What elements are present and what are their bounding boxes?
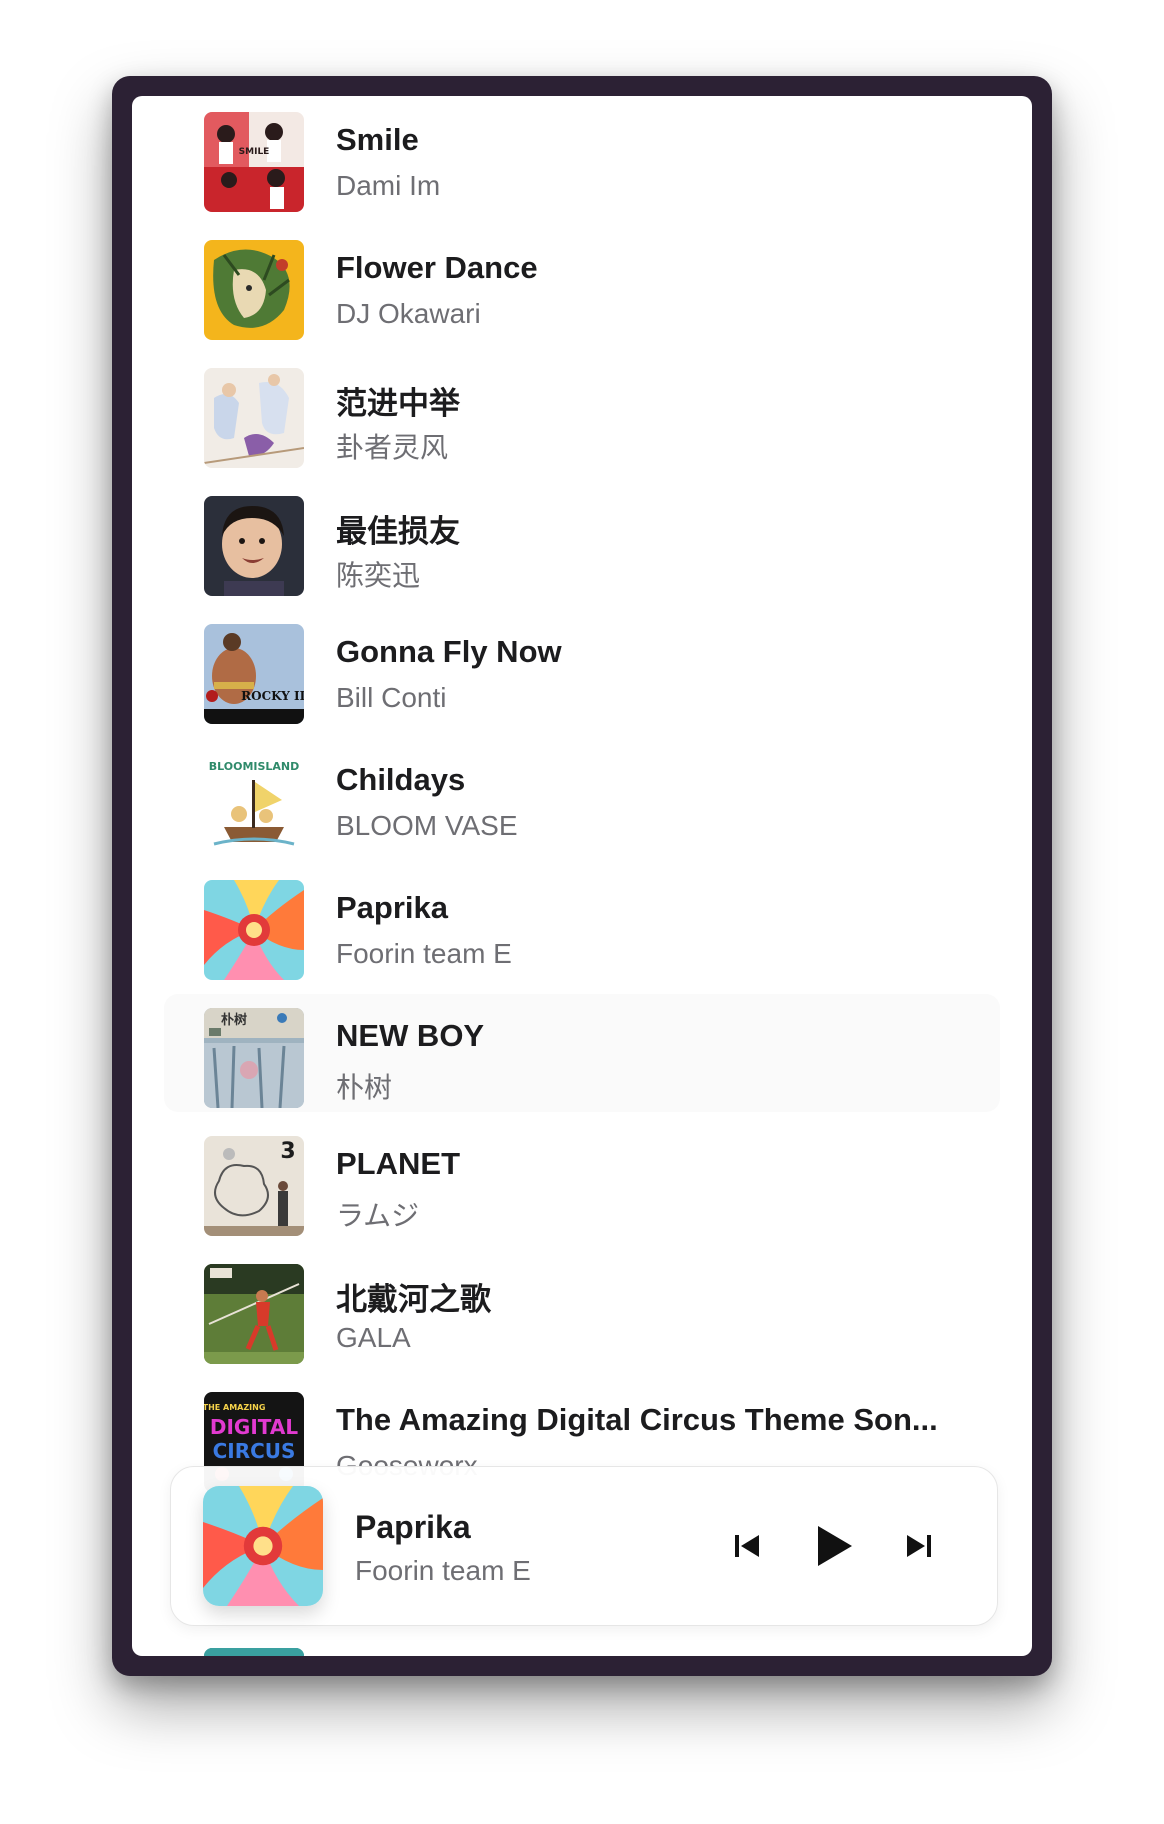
- song-title: Flower Dance: [336, 250, 538, 285]
- song-title: 北戴河之歌: [336, 1282, 491, 1317]
- next-track-button[interactable]: [883, 1511, 953, 1581]
- next-track-icon: [907, 1535, 931, 1557]
- svg-text:BLOOMISLAND: BLOOMISLAND: [209, 760, 300, 773]
- song-row-flower-dance[interactable]: Flower Dance DJ Okawari: [164, 226, 1000, 344]
- song-title: PLANET: [336, 1146, 460, 1181]
- song-row-fanjin[interactable]: 范进中举 卦者灵风: [164, 354, 1000, 472]
- song-row-childays[interactable]: BLOOMISLAND Childays BLOOM VASE: [164, 738, 1000, 856]
- song-title: Childays: [336, 762, 466, 797]
- previous-track-button[interactable]: [713, 1511, 783, 1581]
- song-row-new-boy[interactable]: 朴树 NEW BOY 朴树: [164, 994, 1000, 1112]
- song-artist: Dami Im: [336, 170, 441, 201]
- paprika-cover-icon[interactable]: [203, 1486, 323, 1606]
- song-artist: ラムジ: [336, 1200, 420, 1231]
- svg-text:THE AMAZING: THE AMAZING: [204, 1403, 265, 1412]
- music-app-screen: SMILE Smile Dami Im Flower Dance DJ Okaw…: [132, 96, 1032, 1656]
- song-row-gonna-fly-now[interactable]: ROCKY III Gonna Fly Now Bill Conti: [164, 610, 1000, 728]
- song-row-smile[interactable]: SMILE Smile Dami Im: [164, 98, 1000, 216]
- song-title: Smile: [336, 122, 419, 157]
- song-row-next-peek[interactable]: [164, 1634, 1000, 1656]
- svg-text:ROCKY III: ROCKY III: [241, 689, 304, 703]
- song-row-paprika[interactable]: Paprika Foorin team E: [164, 866, 1000, 984]
- planet-cover-icon: 3: [204, 1136, 304, 1236]
- song-title: Gonna Fly Now: [336, 634, 562, 669]
- song-artist: 卦者灵风: [336, 432, 449, 463]
- svg-text:CIRCUS: CIRCUS: [213, 1439, 296, 1463]
- device-frame: SMILE Smile Dami Im Flower Dance DJ Okaw…: [112, 76, 1052, 1676]
- child-photo-cover-icon: [204, 496, 304, 596]
- song-title: 范进中举: [336, 386, 460, 421]
- flower-dance-cover-icon: [204, 240, 304, 340]
- svg-text:SMILE: SMILE: [239, 147, 270, 157]
- song-row-planet[interactable]: 3 PLANET ラムジ: [164, 1122, 1000, 1240]
- previous-track-icon: [735, 1535, 759, 1557]
- smile-cover-icon: SMILE: [204, 112, 304, 212]
- svg-text:朴树: 朴树: [221, 1012, 247, 1028]
- song-row-beidaihe[interactable]: 北戴河之歌 GALA: [164, 1250, 1000, 1368]
- song-artist: GALA: [336, 1322, 411, 1353]
- new-boy-cover-icon: 朴树: [204, 1008, 304, 1108]
- play-icon: [818, 1526, 852, 1566]
- fanjin-cover-icon: [204, 368, 304, 468]
- song-artist: 陈奕迅: [336, 560, 421, 591]
- rocky-cover-icon: ROCKY III: [204, 624, 304, 724]
- now-playing-artist: Foorin team E: [355, 1555, 531, 1586]
- song-artist: 朴树: [336, 1072, 393, 1103]
- svg-text:DIGITAL: DIGITAL: [210, 1415, 298, 1439]
- now-playing-bar[interactable]: Paprika Foorin team E: [170, 1466, 998, 1626]
- song-artist: Foorin team E: [336, 938, 512, 969]
- svg-text:3: 3: [280, 1139, 295, 1164]
- gala-cover-icon: [204, 1264, 304, 1364]
- song-artist: Bill Conti: [336, 682, 447, 713]
- song-title: Paprika: [336, 890, 449, 925]
- play-button[interactable]: [799, 1511, 869, 1581]
- song-title: The Amazing Digital Circus Theme Son...: [336, 1402, 938, 1437]
- next-cover-icon: [204, 1648, 304, 1656]
- song-artist: BLOOM VASE: [336, 810, 518, 841]
- song-title: NEW BOY: [336, 1018, 485, 1053]
- bloom-island-cover-icon: BLOOMISLAND: [204, 752, 304, 852]
- song-title: 最佳损友: [336, 514, 460, 549]
- paprika-cover-icon: [204, 880, 304, 980]
- now-playing-title: Paprika: [355, 1509, 471, 1545]
- song-row-best-friend[interactable]: 最佳损友 陈奕迅: [164, 482, 1000, 600]
- song-artist: DJ Okawari: [336, 298, 481, 329]
